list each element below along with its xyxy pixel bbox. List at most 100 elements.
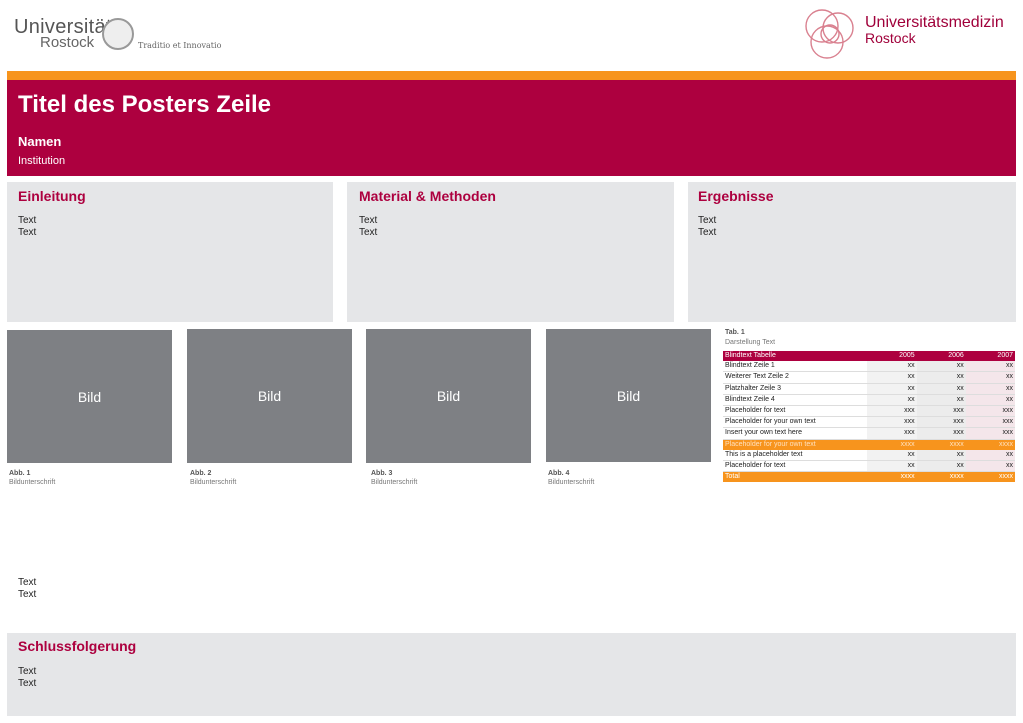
table-header-row: Blindtext Tabelle 2005 2006 2007 (723, 351, 1015, 362)
table-row: Placeholder for text xx xx xx (723, 460, 1015, 473)
section-text: Text (698, 227, 717, 238)
table-cell: xxx (867, 405, 917, 418)
table-cell: xxxx (916, 471, 966, 483)
section-heading: Ergebnisse (698, 188, 774, 204)
table-row: This is a placeholder text xx xx xx (723, 449, 1015, 461)
figure-caption-number: Abb. 3 (371, 470, 393, 477)
poster-title: Titel des Posters Zeile (18, 91, 271, 118)
section-text: Text (18, 666, 37, 677)
table-total-row: Total xxxx xxxx xxxx (723, 471, 1015, 483)
table-cell: Placeholder for text (723, 460, 868, 473)
universitaetsmedizin-rings-icon (805, 9, 854, 59)
table-cell: xx (916, 394, 966, 406)
section-text: Text (18, 227, 37, 238)
figure-caption: Bildunterschrift (9, 479, 56, 486)
section-text: Text (359, 215, 378, 226)
table-cell: Platzhalter Zeile 3 (723, 383, 868, 395)
section-text: Text (359, 227, 378, 238)
section-ergebnisse: Ergebnisse Text Text (688, 182, 1016, 322)
poster-names: Namen (18, 134, 62, 149)
table-cell: xxxx (916, 439, 966, 450)
table-cell: Placeholder for your own text (723, 416, 868, 429)
figure-label: Bild (77, 388, 102, 405)
university-seal-icon (102, 18, 134, 50)
table-row: Blindtext Zeile 1 xx xx xx (723, 361, 1015, 373)
data-table: Blindtext Tabelle 2005 2006 2007 Blindte… (723, 351, 1015, 483)
table-cell: xxx (965, 416, 1015, 429)
table-cell: This is a placeholder text (723, 449, 868, 461)
table-cell: Placeholder for text (723, 405, 868, 418)
accent-strip (7, 71, 1016, 80)
table-row: Insert your own text here xxx xxx xxx (723, 427, 1015, 440)
uni-logo-city: Rostock (40, 34, 95, 51)
table-cell: Blindtext Zeile 4 (723, 394, 868, 406)
table-cell: Total (723, 471, 868, 483)
section-schlussfolgerung: Schlussfolgerung Text Text (7, 633, 1016, 716)
table-cell: xxxx (867, 439, 917, 450)
table-cell: xxxx (867, 471, 917, 483)
figure-placeholder: Bild (187, 329, 352, 463)
figure-label: Bild (616, 387, 641, 404)
table-cell: xx (867, 460, 917, 473)
figure-label: Bild (257, 388, 282, 404)
table-cell: xx (867, 449, 917, 461)
table-cell: Weiterer Text Zeile 2 (723, 371, 868, 384)
table-cell: xx (965, 460, 1015, 473)
table-header-cell: Blindtext Tabelle (723, 351, 868, 362)
table-row: Placeholder for your own text xxxx xxxx xxx… (723, 439, 1015, 450)
table-cell: xxx (867, 416, 917, 429)
section-material-methoden: Material & Methoden Text Text (347, 182, 674, 322)
figure-caption-number: Abb. 2 (190, 470, 212, 477)
section-einleitung: Einleitung Text Text (7, 182, 333, 322)
figure-label: Bild (436, 388, 461, 404)
table-cell: xxx (916, 427, 966, 440)
table-row: Platzhalter Zeile 3 xx xx xx (723, 383, 1015, 395)
table-cell: xx (965, 394, 1015, 406)
um-logo-title: Universitätsmedizin (865, 14, 1004, 31)
figure-caption: Bildunterschrift (190, 479, 237, 486)
uni-motto: Traditio et Innovatio (138, 41, 222, 50)
table-cell: xxx (916, 416, 966, 429)
table-cell: Insert your own text here (723, 427, 868, 440)
section-heading: Einleitung (18, 188, 86, 204)
table-row: Placeholder for text xxx xxx xxx (723, 405, 1015, 418)
table-cell: xxx (867, 427, 917, 440)
section-heading: Material & Methoden (359, 188, 496, 204)
table-cell: xxxx (965, 471, 1015, 483)
table-cell: xx (965, 383, 1015, 395)
figure-caption: Bildunterschrift (371, 479, 418, 486)
section-heading: Schlussfolgerung (18, 638, 137, 654)
figure-caption: Bildunterschrift (548, 479, 595, 486)
table-cell: xxxx (965, 439, 1015, 450)
table-header-cell: 2007 (965, 351, 1015, 362)
figure-caption-number: Abb. 4 (548, 470, 570, 477)
figure-placeholder: Bild (366, 329, 531, 463)
figure-placeholder: Bild (546, 329, 711, 462)
table-caption: Darstellung Text (725, 339, 776, 346)
table-cell: xx (916, 449, 966, 461)
free-text: Text (18, 577, 37, 588)
figure-placeholder: Bild (7, 330, 172, 463)
table-cell: xx (867, 361, 917, 373)
table-cell: xx (916, 383, 966, 395)
table-cell: xx (867, 371, 917, 384)
table-cell: xx (867, 394, 917, 406)
table-cell: xx (965, 371, 1015, 384)
table-header-cell: 2006 (916, 351, 966, 362)
table-row: Blindtext Zeile 4 xx xx xx (723, 394, 1015, 406)
table-cell: xxx (965, 405, 1015, 418)
figure-caption-number: Abb. 1 (9, 470, 31, 477)
table-row: Weiterer Text Zeile 2 xx xx xx (723, 371, 1015, 384)
section-text: Text (18, 215, 37, 226)
poster-institution: Institution (18, 155, 66, 167)
free-text: Text (18, 589, 37, 600)
section-text: Text (18, 678, 37, 689)
table-cell: xx (965, 361, 1015, 373)
table-cell: xxx (916, 405, 966, 418)
table-header-cell: 2005 (867, 351, 917, 362)
table-cell: xx (916, 371, 966, 384)
table-cell: xxx (965, 427, 1015, 440)
table-caption-number: Tab. 1 (725, 329, 745, 336)
table-cell: Blindtext Zeile 1 (723, 361, 868, 373)
table-cell: xx (867, 383, 917, 395)
